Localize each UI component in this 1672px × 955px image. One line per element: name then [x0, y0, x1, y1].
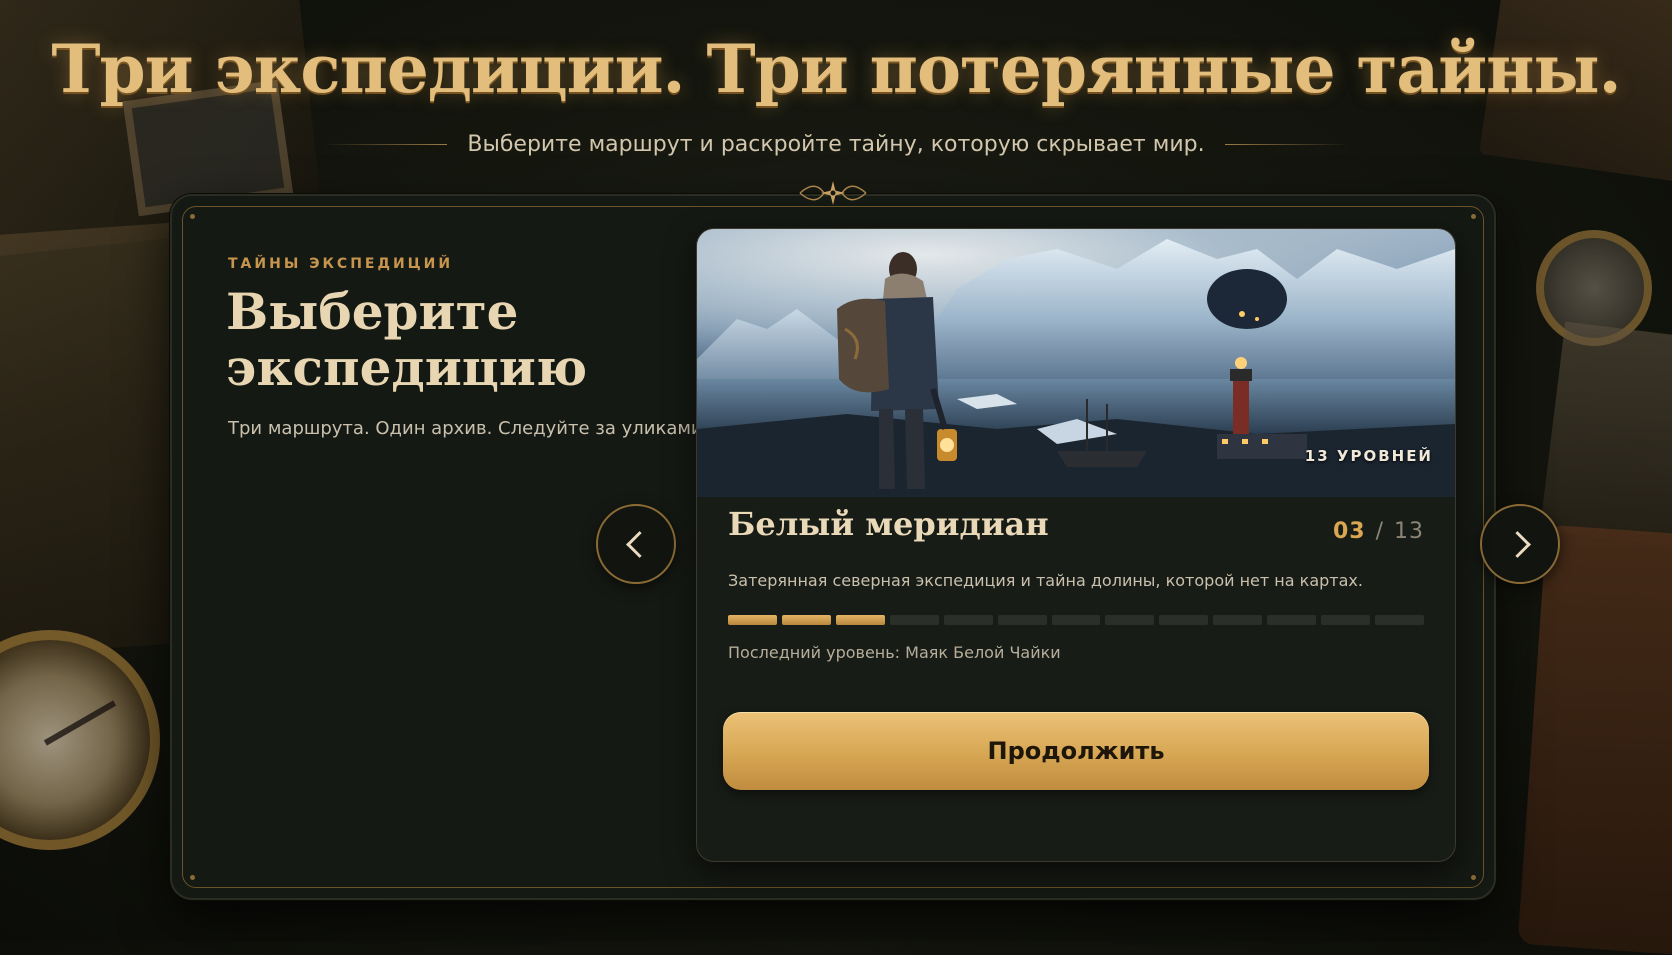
- progress-segment: [1321, 615, 1371, 625]
- progress-segment: [1267, 615, 1317, 625]
- corner-dot: [1471, 214, 1476, 219]
- expedition-title: Белый меридиан: [728, 505, 1049, 543]
- expedition-card[interactable]: 13 УРОВНЕЙ Белый меридиан 03 / 13 Затерянн…: [696, 228, 1456, 862]
- postcard-decor: [1539, 321, 1672, 549]
- progress-segment: [889, 615, 939, 625]
- level-progress-bar: [728, 615, 1424, 625]
- chevron-right-icon: [1503, 530, 1531, 558]
- magnifier-decor: [1536, 230, 1652, 346]
- divider-right: [1224, 144, 1350, 145]
- continue-button[interactable]: Продолжить: [723, 712, 1429, 790]
- last-level-text: Последний уровень: Маяк Белой Чайки: [728, 643, 1061, 662]
- page-subtitle-row: Выберите маршрут и раскройте тайну, кото…: [0, 132, 1672, 157]
- page-subtitle: Выберите маршрут и раскройте тайну, кото…: [467, 132, 1205, 157]
- progress-segment-completed: [728, 615, 777, 625]
- explorer-figure-image: [837, 252, 957, 489]
- corner-dot: [190, 875, 195, 880]
- journal-decor: [1517, 524, 1672, 955]
- chevron-left-icon: [625, 530, 653, 558]
- compass-rose-ornament-icon: [798, 180, 868, 212]
- progress-segment: [1375, 615, 1424, 625]
- prev-expedition-button[interactable]: [596, 504, 676, 584]
- continue-button-label: Продолжить: [987, 737, 1165, 765]
- progress-segment: [997, 615, 1047, 625]
- total-level-count: 13: [1394, 519, 1424, 544]
- next-expedition-button[interactable]: [1480, 504, 1560, 584]
- expedition-panel: ТАЙНЫ ЭКСПЕДИЦИЙ Выберите экспедицию Три…: [170, 181, 1560, 900]
- progress-segment-completed: [781, 615, 831, 625]
- levels-count-badge: 13 УРОВНЕЙ: [1304, 447, 1433, 465]
- progress-segment: [943, 615, 993, 625]
- section-eyebrow: ТАЙНЫ ЭКСПЕДИЦИЙ: [228, 256, 454, 272]
- section-title: Выберите экспедицию: [226, 282, 588, 397]
- level-counter: 03 / 13: [1333, 519, 1424, 544]
- section-subtitle: Три маршрута. Один архив. Следуйте за ул…: [228, 418, 709, 439]
- progress-segment: [1105, 615, 1155, 625]
- compass-needle-decor: [43, 700, 117, 746]
- divider-left: [322, 144, 448, 145]
- compass-icon: [0, 630, 160, 850]
- progress-segment-completed: [835, 615, 885, 625]
- progress-segment: [1213, 615, 1263, 625]
- corner-dot: [190, 214, 195, 219]
- page-title: Три экспедиции. Три потерянные тайны.: [51, 30, 1621, 108]
- count-separator: /: [1375, 519, 1384, 544]
- expedition-cover-image: 13 УРОВНЕЙ: [697, 229, 1455, 497]
- expedition-description: Затерянная северная экспедиция и тайна д…: [728, 571, 1363, 590]
- current-level-count: 03: [1332, 519, 1366, 544]
- progress-segment: [1051, 615, 1101, 625]
- corner-dot: [1471, 875, 1476, 880]
- progress-segment: [1159, 615, 1209, 625]
